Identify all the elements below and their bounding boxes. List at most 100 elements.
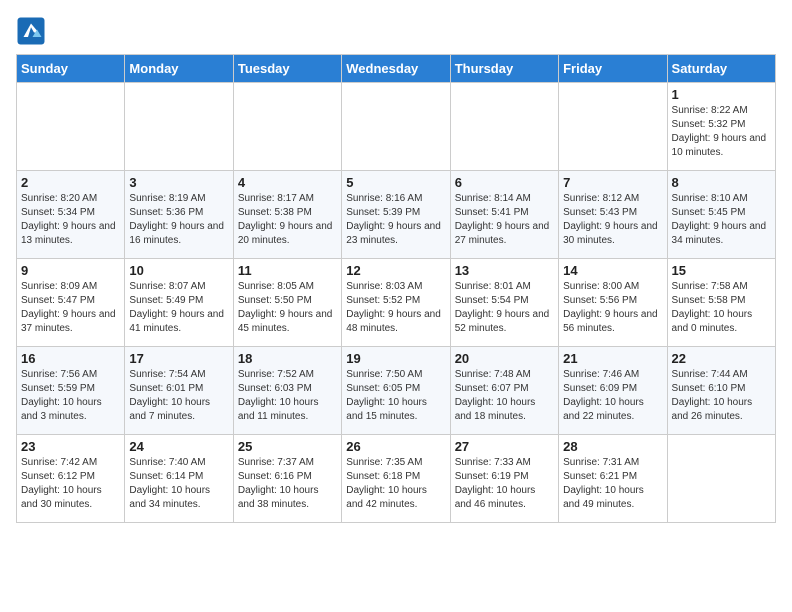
day-number: 24 [129, 439, 228, 454]
calendar-cell [667, 435, 775, 523]
calendar-cell: 12 Sunrise: 8:03 AM Sunset: 5:52 PM Dayli… [342, 259, 450, 347]
calendar-cell: 9 Sunrise: 8:09 AM Sunset: 5:47 PM Daylig… [17, 259, 125, 347]
day-info: Sunrise: 7:50 AM Sunset: 6:05 PM Dayligh… [346, 368, 445, 424]
calendar-cell: 7 Sunrise: 8:12 AM Sunset: 5:43 PM Daylig… [559, 171, 667, 259]
day-info: Sunrise: 8:09 AM Sunset: 5:47 PM Dayligh… [21, 280, 120, 336]
weekday-header-sunday: Sunday [17, 55, 125, 83]
day-info: Sunrise: 7:48 AM Sunset: 6:07 PM Dayligh… [455, 368, 554, 424]
day-number: 15 [672, 263, 771, 278]
day-info: Sunrise: 8:07 AM Sunset: 5:49 PM Dayligh… [129, 280, 228, 336]
weekday-header-tuesday: Tuesday [233, 55, 341, 83]
day-number: 21 [563, 351, 662, 366]
day-number: 17 [129, 351, 228, 366]
calendar-cell: 15 Sunrise: 7:58 AM Sunset: 5:58 PM Dayli… [667, 259, 775, 347]
day-number: 26 [346, 439, 445, 454]
calendar-cell: 24 Sunrise: 7:40 AM Sunset: 6:14 PM Dayli… [125, 435, 233, 523]
calendar-cell: 11 Sunrise: 8:05 AM Sunset: 5:50 PM Dayli… [233, 259, 341, 347]
day-number: 20 [455, 351, 554, 366]
calendar-cell: 22 Sunrise: 7:44 AM Sunset: 6:10 PM Dayli… [667, 347, 775, 435]
calendar-cell [125, 83, 233, 171]
day-info: Sunrise: 8:03 AM Sunset: 5:52 PM Dayligh… [346, 280, 445, 336]
day-number: 13 [455, 263, 554, 278]
calendar-cell: 5 Sunrise: 8:16 AM Sunset: 5:39 PM Daylig… [342, 171, 450, 259]
calendar-table: SundayMondayTuesdayWednesdayThursdayFrid… [16, 54, 776, 523]
day-info: Sunrise: 7:42 AM Sunset: 6:12 PM Dayligh… [21, 456, 120, 512]
day-info: Sunrise: 8:01 AM Sunset: 5:54 PM Dayligh… [455, 280, 554, 336]
day-info: Sunrise: 7:54 AM Sunset: 6:01 PM Dayligh… [129, 368, 228, 424]
calendar-cell [559, 83, 667, 171]
logo-icon [16, 16, 46, 46]
weekday-header-wednesday: Wednesday [342, 55, 450, 83]
day-info: Sunrise: 8:00 AM Sunset: 5:56 PM Dayligh… [563, 280, 662, 336]
day-info: Sunrise: 8:19 AM Sunset: 5:36 PM Dayligh… [129, 192, 228, 248]
day-number: 11 [238, 263, 337, 278]
logo [16, 16, 50, 46]
day-number: 28 [563, 439, 662, 454]
day-info: Sunrise: 7:52 AM Sunset: 6:03 PM Dayligh… [238, 368, 337, 424]
calendar-cell: 8 Sunrise: 8:10 AM Sunset: 5:45 PM Daylig… [667, 171, 775, 259]
weekday-header-saturday: Saturday [667, 55, 775, 83]
calendar-cell: 23 Sunrise: 7:42 AM Sunset: 6:12 PM Dayli… [17, 435, 125, 523]
weekday-header-row: SundayMondayTuesdayWednesdayThursdayFrid… [17, 55, 776, 83]
day-number: 16 [21, 351, 120, 366]
day-info: Sunrise: 8:14 AM Sunset: 5:41 PM Dayligh… [455, 192, 554, 248]
day-info: Sunrise: 7:58 AM Sunset: 5:58 PM Dayligh… [672, 280, 771, 336]
calendar-cell: 10 Sunrise: 8:07 AM Sunset: 5:49 PM Dayli… [125, 259, 233, 347]
calendar-cell: 4Sunrise: 8:17 AM Sunset: 5:38 PM Daylig… [233, 171, 341, 259]
day-info: Sunrise: 7:31 AM Sunset: 6:21 PM Dayligh… [563, 456, 662, 512]
calendar-week-row: 1 Sunrise: 8:22 AM Sunset: 5:32 PM Daylig… [17, 83, 776, 171]
day-info: Sunrise: 8:12 AM Sunset: 5:43 PM Dayligh… [563, 192, 662, 248]
day-number: 22 [672, 351, 771, 366]
day-number: 9 [21, 263, 120, 278]
day-number: 14 [563, 263, 662, 278]
calendar-cell: 21 Sunrise: 7:46 AM Sunset: 6:09 PM Dayli… [559, 347, 667, 435]
day-info: Sunrise: 8:17 AM Sunset: 5:38 PM Dayligh… [238, 192, 337, 248]
calendar-cell [17, 83, 125, 171]
day-number: 5 [346, 175, 445, 190]
calendar-cell [450, 83, 558, 171]
day-info: Sunrise: 8:22 AM Sunset: 5:32 PM Dayligh… [672, 104, 771, 160]
calendar-cell: 19 Sunrise: 7:50 AM Sunset: 6:05 PM Dayli… [342, 347, 450, 435]
day-info: Sunrise: 8:10 AM Sunset: 5:45 PM Dayligh… [672, 192, 771, 248]
day-number: 8 [672, 175, 771, 190]
day-number: 23 [21, 439, 120, 454]
page-header [16, 16, 776, 46]
weekday-header-friday: Friday [559, 55, 667, 83]
calendar-cell: 14 Sunrise: 8:00 AM Sunset: 5:56 PM Dayli… [559, 259, 667, 347]
day-number: 1 [672, 87, 771, 102]
calendar-cell: 26 Sunrise: 7:35 AM Sunset: 6:18 PM Dayli… [342, 435, 450, 523]
day-info: Sunrise: 7:46 AM Sunset: 6:09 PM Dayligh… [563, 368, 662, 424]
calendar-cell: 25Sunrise: 7:37 AM Sunset: 6:16 PM Dayli… [233, 435, 341, 523]
calendar-cell [233, 83, 341, 171]
day-number: 10 [129, 263, 228, 278]
day-info: Sunrise: 8:16 AM Sunset: 5:39 PM Dayligh… [346, 192, 445, 248]
day-number: 19 [346, 351, 445, 366]
calendar-week-row: 23 Sunrise: 7:42 AM Sunset: 6:12 PM Dayli… [17, 435, 776, 523]
calendar-cell: 2 Sunrise: 8:20 AM Sunset: 5:34 PM Daylig… [17, 171, 125, 259]
calendar-cell [342, 83, 450, 171]
day-info: Sunrise: 7:35 AM Sunset: 6:18 PM Dayligh… [346, 456, 445, 512]
day-info: Sunrise: 8:20 AM Sunset: 5:34 PM Dayligh… [21, 192, 120, 248]
calendar-cell: 20 Sunrise: 7:48 AM Sunset: 6:07 PM Dayli… [450, 347, 558, 435]
weekday-header-thursday: Thursday [450, 55, 558, 83]
calendar-cell: 28 Sunrise: 7:31 AM Sunset: 6:21 PM Dayli… [559, 435, 667, 523]
calendar-cell: 16 Sunrise: 7:56 AM Sunset: 5:59 PM Dayli… [17, 347, 125, 435]
calendar-week-row: 16 Sunrise: 7:56 AM Sunset: 5:59 PM Dayli… [17, 347, 776, 435]
calendar-cell: 1 Sunrise: 8:22 AM Sunset: 5:32 PM Daylig… [667, 83, 775, 171]
day-number: 2 [21, 175, 120, 190]
calendar-cell: 17 Sunrise: 7:54 AM Sunset: 6:01 PM Dayli… [125, 347, 233, 435]
day-number: 18 [238, 351, 337, 366]
calendar-week-row: 2 Sunrise: 8:20 AM Sunset: 5:34 PM Daylig… [17, 171, 776, 259]
day-info: Sunrise: 7:44 AM Sunset: 6:10 PM Dayligh… [672, 368, 771, 424]
day-number: 7 [563, 175, 662, 190]
calendar-week-row: 9 Sunrise: 8:09 AM Sunset: 5:47 PM Daylig… [17, 259, 776, 347]
day-number: 12 [346, 263, 445, 278]
day-number: 25 [238, 439, 337, 454]
day-info: Sunrise: 8:05 AM Sunset: 5:50 PM Dayligh… [238, 280, 337, 336]
calendar-cell: 18 Sunrise: 7:52 AM Sunset: 6:03 PM Dayli… [233, 347, 341, 435]
day-info: Sunrise: 7:40 AM Sunset: 6:14 PM Dayligh… [129, 456, 228, 512]
weekday-header-monday: Monday [125, 55, 233, 83]
day-number: 27 [455, 439, 554, 454]
day-info: Sunrise: 7:56 AM Sunset: 5:59 PM Dayligh… [21, 368, 120, 424]
calendar-cell: 27Sunrise: 7:33 AM Sunset: 6:19 PM Dayli… [450, 435, 558, 523]
